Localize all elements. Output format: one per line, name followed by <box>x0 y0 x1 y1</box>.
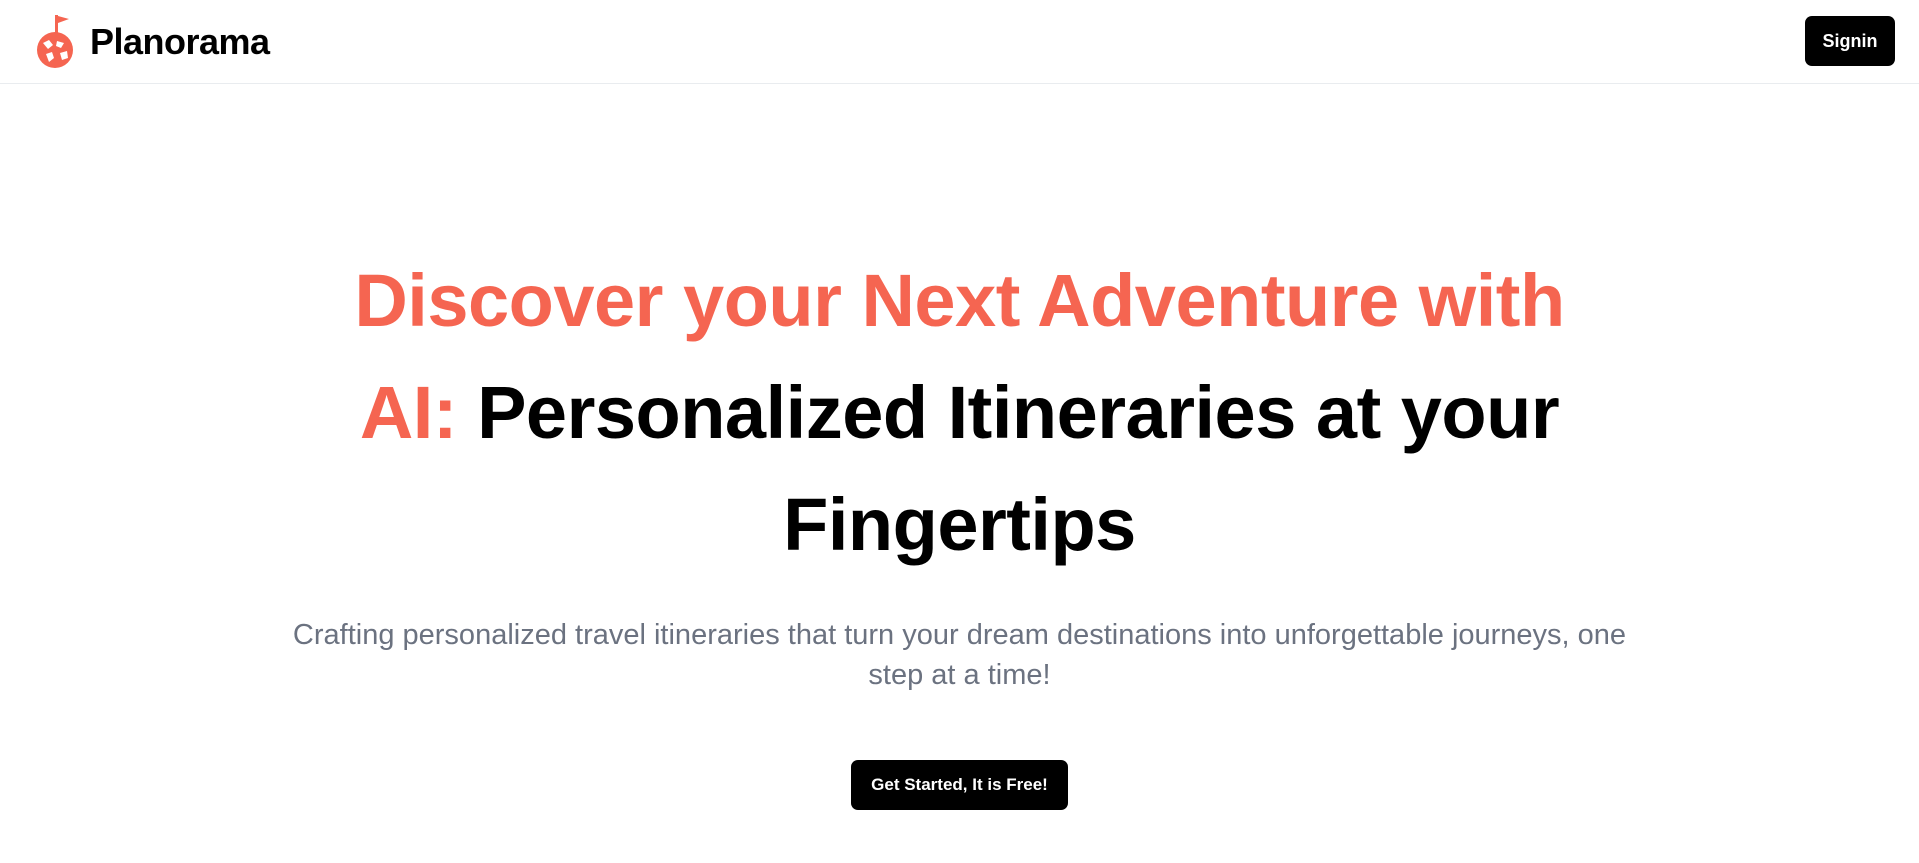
headline-rest: Personalized Itineraries at your Fingert… <box>477 371 1560 566</box>
globe-with-flag-icon <box>37 15 73 68</box>
brand-logo[interactable]: Planorama <box>35 13 270 71</box>
hero-subtitle: Crafting personalized travel itineraries… <box>292 619 1627 691</box>
get-started-button[interactable]: Get Started, It is Free! <box>851 760 1068 810</box>
signin-button[interactable]: Signin <box>1805 16 1895 66</box>
brand-name: Planorama <box>90 21 270 62</box>
top-nav: Planorama Signin <box>0 0 1919 84</box>
hero-headline: Discover your Next Adventure with AI: Pe… <box>300 245 1620 581</box>
hero-section: Discover your Next Adventure with AI: Pe… <box>0 245 1919 810</box>
